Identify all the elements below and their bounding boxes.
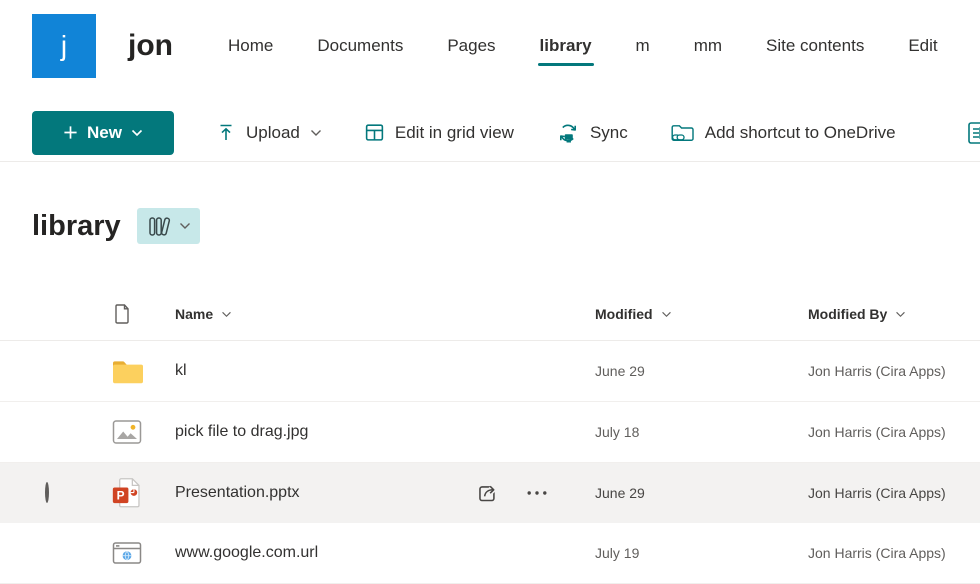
folder-link-icon — [670, 122, 695, 143]
chevron-down-icon — [131, 129, 143, 137]
chevron-down-icon — [310, 129, 322, 137]
modified-by[interactable]: Jon Harris (Cira Apps) — [808, 485, 946, 501]
row-select-radio[interactable] — [45, 484, 49, 502]
table-row-folder-kl[interactable]: kl June 29 Jon Harris (Cira Apps) — [0, 341, 980, 402]
chevron-down-icon — [221, 311, 232, 318]
table-row-image-file[interactable]: pick file to drag.jpg July 18 Jon Harris… — [0, 402, 980, 463]
column-header-name[interactable]: Name — [175, 306, 232, 322]
modified-date: July 18 — [595, 424, 639, 440]
export-icon[interactable] — [968, 121, 980, 145]
chevron-down-icon — [661, 311, 672, 318]
file-name[interactable]: kl — [175, 362, 187, 380]
svg-text:P: P — [117, 489, 125, 503]
page-title: library — [32, 210, 121, 243]
edit-grid-view-label: Edit in grid view — [395, 123, 514, 143]
chevron-down-icon — [179, 222, 191, 230]
modified-date: June 29 — [595, 363, 645, 379]
share-icon[interactable] — [476, 481, 501, 506]
document-icon — [113, 303, 131, 325]
file-name[interactable]: www.google.com.url — [175, 544, 318, 562]
command-bar: New Upload Edit in grid view — [0, 104, 980, 162]
powerpoint-file-icon: P — [111, 477, 144, 510]
sync-button[interactable]: Sync — [556, 122, 628, 144]
modified-by[interactable]: Jon Harris (Cira Apps) — [808, 424, 946, 440]
column-header-filetype[interactable] — [113, 303, 131, 325]
nav-item-library[interactable]: library — [540, 36, 592, 56]
view-selector-button[interactable] — [137, 208, 200, 244]
modified-date: June 29 — [595, 485, 645, 501]
upload-icon — [216, 123, 236, 143]
nav-item-m[interactable]: m — [636, 36, 650, 56]
site-logo-letter: j — [61, 30, 67, 62]
file-name[interactable]: Presentation.pptx — [175, 484, 300, 502]
plus-icon — [63, 125, 78, 140]
add-shortcut-onedrive-label: Add shortcut to OneDrive — [705, 123, 896, 143]
modified-date: July 19 — [595, 545, 639, 561]
chevron-down-icon — [895, 311, 906, 318]
edit-grid-view-button[interactable]: Edit in grid view — [364, 122, 514, 143]
more-actions-icon[interactable] — [527, 491, 547, 496]
file-name[interactable]: pick file to drag.jpg — [175, 423, 308, 441]
upload-button[interactable]: Upload — [216, 123, 322, 143]
modified-by[interactable]: Jon Harris (Cira Apps) — [808, 363, 946, 379]
url-file-icon — [112, 541, 142, 565]
nav-item-home[interactable]: Home — [228, 36, 273, 56]
site-logo[interactable]: j — [32, 14, 96, 78]
column-header-modified[interactable]: Modified — [595, 306, 672, 322]
nav-item-site-contents[interactable]: Site contents — [766, 36, 864, 56]
add-shortcut-onedrive-button[interactable]: Add shortcut to OneDrive — [670, 122, 896, 143]
column-header-modified-by[interactable]: Modified By — [808, 306, 906, 322]
sync-icon — [556, 122, 580, 144]
nav-item-pages[interactable]: Pages — [447, 36, 495, 56]
table-row-presentation[interactable]: P Presentation.pptx June 29 Jon Harris (… — [0, 463, 980, 523]
new-button[interactable]: New — [32, 111, 174, 155]
new-button-label: New — [87, 123, 122, 143]
file-list-header: Name Modified Modified By — [0, 288, 980, 341]
page-title-row: library — [32, 206, 980, 246]
site-nav: Home Documents Pages library m mm Site c… — [228, 36, 938, 56]
upload-label: Upload — [246, 123, 300, 143]
nav-item-mm[interactable]: mm — [694, 36, 722, 56]
file-list: Name Modified Modified By kl June 29 Jon… — [0, 288, 980, 584]
grid-view-icon — [364, 122, 385, 143]
image-file-icon — [112, 419, 142, 445]
folder-icon — [110, 358, 146, 384]
nav-item-documents[interactable]: Documents — [317, 36, 403, 56]
library-books-icon — [146, 216, 173, 237]
site-title[interactable]: jon — [128, 29, 173, 63]
nav-item-edit[interactable]: Edit — [908, 36, 937, 56]
sync-label: Sync — [590, 123, 628, 143]
modified-by[interactable]: Jon Harris (Cira Apps) — [808, 545, 946, 561]
table-row-url-file[interactable]: www.google.com.url July 19 Jon Harris (C… — [0, 523, 980, 584]
app: { "site": { "logo_letter": "j", "title":… — [0, 0, 980, 579]
site-header: j jon Home Documents Pages library m mm … — [0, 0, 980, 92]
